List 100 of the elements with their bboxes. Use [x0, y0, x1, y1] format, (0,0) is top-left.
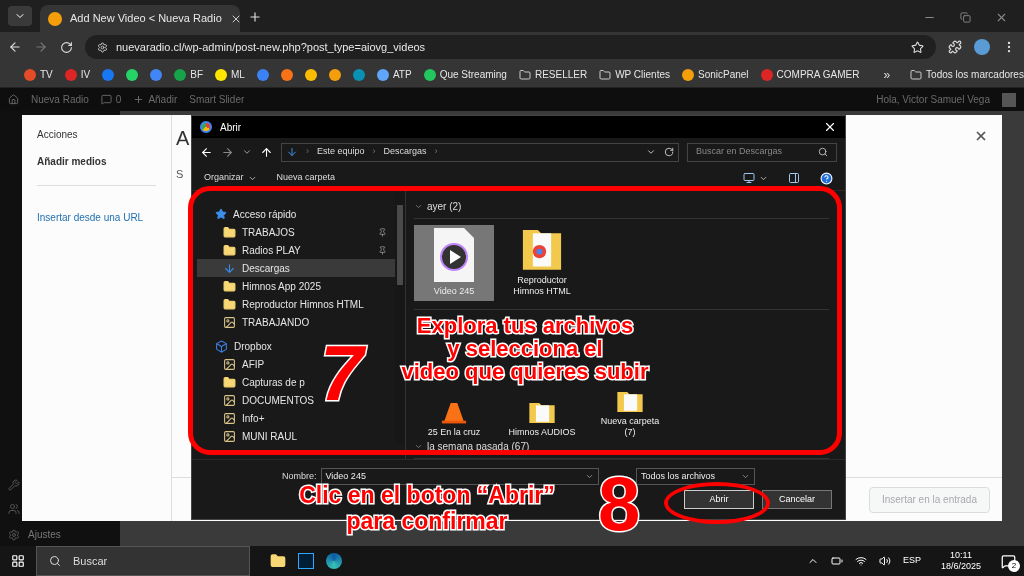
tree-item[interactable]: Capturas de p [197, 373, 313, 391]
tree-item[interactable]: Himnos App 2025 [197, 277, 329, 295]
tab-list-button[interactable] [8, 6, 32, 26]
bookmark-icon[interactable] [256, 68, 269, 81]
bookmark-star-icon[interactable] [911, 40, 924, 54]
breadcrumb-item[interactable]: Descargas [383, 145, 427, 159]
plugin-link[interactable]: Smart Slider [189, 92, 245, 107]
bookmark-icon[interactable] [328, 68, 341, 81]
browser-tab[interactable]: Add New Video < Nueva Radio [40, 5, 240, 32]
site-name-link[interactable]: Nueva Radio [31, 92, 89, 107]
tree-item[interactable]: TRABAJOS [197, 223, 303, 241]
folder-icon [910, 68, 923, 81]
bookmark-link[interactable]: ATP [392, 67, 412, 82]
breadcrumb-item[interactable]: Este equipo [317, 145, 365, 159]
file-item[interactable]: Nueva carpeta (7) [590, 391, 670, 439]
bookmark-link[interactable]: SonicPanel [698, 67, 749, 82]
filename-field[interactable]: Video 245 [320, 468, 599, 485]
reload-icon[interactable] [60, 40, 73, 54]
open-button[interactable]: Abrir [684, 490, 754, 509]
close-icon[interactable] [974, 129, 988, 143]
breadcrumb-field[interactable]: › Este equipo › Descargas › [281, 142, 679, 162]
battery-icon[interactable] [830, 555, 843, 567]
bookmark-icon[interactable] [102, 68, 115, 81]
star-icon [215, 208, 227, 220]
organize-menu[interactable]: Organizar [204, 171, 257, 185]
menu-link[interactable]: Insertar desde una URL [37, 210, 156, 225]
new-link[interactable]: Añadir [148, 92, 178, 107]
back-icon[interactable] [8, 40, 22, 54]
preview-pane-icon[interactable] [788, 172, 800, 184]
bookmark-icon[interactable] [304, 68, 317, 81]
menu-item[interactable]: Ajustes [28, 527, 61, 542]
tree-item[interactable]: Descargas [197, 259, 395, 277]
tree-item[interactable]: Reproductor Himnos HTML [197, 295, 372, 313]
bookmark-icon[interactable] [280, 68, 293, 81]
caret-icon [741, 472, 750, 481]
bookmark-link[interactable]: IV [80, 67, 91, 82]
up-icon[interactable] [260, 145, 273, 159]
tree-item[interactable]: DOCUMENTOS [197, 391, 323, 409]
tree-item[interactable]: AFIP [197, 355, 273, 373]
caret-icon[interactable] [242, 147, 252, 157]
tree-item[interactable]: TRABAJANDO [197, 313, 318, 331]
bookmark-icon[interactable] [126, 68, 139, 81]
taskbar-search-field[interactable]: Buscar [36, 546, 250, 576]
menu-item[interactable]: Añadir medios [37, 154, 156, 186]
forward-icon[interactable] [221, 145, 234, 159]
help-icon[interactable] [820, 171, 833, 185]
file-item[interactable]: 25 En la cruz [414, 391, 494, 439]
tree-item[interactable]: MUNI RAUL [197, 427, 305, 445]
bookmark-icon[interactable] [352, 68, 365, 81]
close-icon[interactable] [823, 120, 837, 134]
folder-icon [223, 225, 236, 239]
menu-item[interactable]: Acciones [37, 127, 156, 142]
bookmark-icon[interactable] [150, 68, 163, 81]
greeting-text[interactable]: Hola, Victor Samuel Vega [876, 92, 990, 107]
modal-title: A [176, 126, 190, 151]
new-tab-icon[interactable] [248, 10, 262, 24]
cancel-button[interactable]: Cancelar [762, 490, 832, 509]
collapse-icon[interactable] [414, 202, 423, 211]
search-field[interactable]: Buscar en Descargas [687, 142, 837, 162]
bookmark-folder[interactable]: Todos los marcadores [926, 67, 1024, 82]
tree-item[interactable]: Dropbox [197, 337, 280, 355]
back-icon[interactable] [200, 145, 213, 159]
view-icon[interactable] [743, 172, 755, 184]
file-item[interactable]: Reproductor Himnos HTML [502, 225, 582, 301]
bookmark-link[interactable]: BF [190, 67, 203, 82]
restore-icon[interactable] [960, 12, 971, 23]
caret-icon[interactable] [646, 147, 656, 157]
bookmark-link[interactable]: COMPRA GAMER [776, 67, 860, 82]
file-type-select[interactable]: Todos los archivos [636, 468, 755, 485]
group-header[interactable]: ayer (2) [427, 199, 462, 214]
users-icon [8, 503, 20, 515]
bookmark-link[interactable]: ML [231, 67, 245, 82]
clock[interactable]: 10:11 18/6/2025 [940, 549, 981, 573]
file-item[interactable]: Video 245 [414, 225, 494, 301]
folder-image-icon [223, 429, 236, 443]
more-bookmarks-button[interactable]: » [883, 65, 891, 84]
wifi-icon[interactable] [854, 555, 867, 567]
tree-item[interactable]: Radios PLAY [197, 241, 309, 259]
tree-item[interactable]: Info+ [197, 409, 273, 427]
forward-icon[interactable] [34, 40, 48, 54]
bookmark-link[interactable]: TV [40, 67, 53, 82]
profile-avatar[interactable] [974, 39, 990, 55]
folder-image-icon [223, 393, 236, 407]
filename-label: Nombre: [282, 469, 317, 483]
bookmark-folder[interactable]: RESELLER [534, 67, 588, 82]
refresh-icon[interactable] [664, 147, 674, 157]
new-folder-button[interactable]: Nueva carpeta [276, 171, 336, 185]
address-field[interactable]: nuevaradio.cl/wp-admin/post-new.php?post_type=aiovg_videos [85, 35, 936, 59]
file-explorer-icon[interactable] [270, 553, 286, 569]
language-indicator[interactable]: ESP [902, 554, 921, 568]
file-item[interactable]: Himnos AUDIOS [502, 391, 582, 439]
site-settings-icon[interactable] [97, 41, 108, 53]
tree-item[interactable]: Acceso rápido [197, 205, 305, 223]
comment-count[interactable]: 0 [115, 92, 122, 107]
volume-icon[interactable] [878, 555, 891, 567]
extensions-icon[interactable] [948, 40, 962, 54]
bookmark-link[interactable]: Que Streaming [439, 67, 507, 82]
bookmark-folder[interactable]: WP Clientes [615, 67, 670, 82]
modal-tab[interactable]: S [176, 168, 184, 180]
folder-icon [518, 68, 531, 81]
